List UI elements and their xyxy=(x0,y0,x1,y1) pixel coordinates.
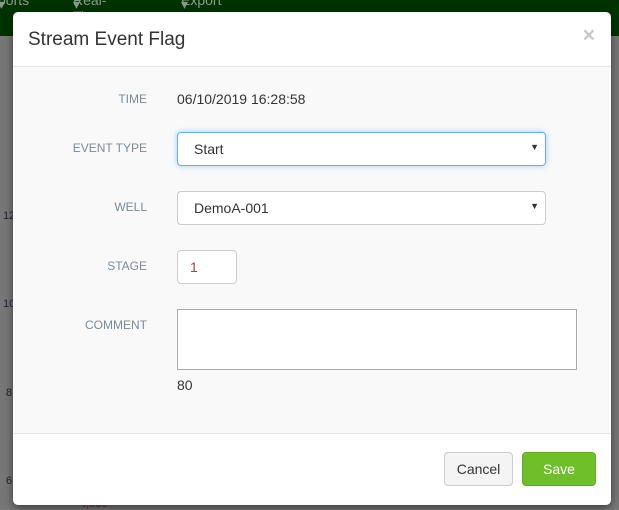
event-type-select[interactable]: Start ▼ xyxy=(177,132,546,166)
axis-label: 8 xyxy=(6,387,13,399)
save-button[interactable]: Save xyxy=(522,452,596,486)
comment-char-count: 80 xyxy=(177,377,193,393)
stage-label: STAGE xyxy=(107,259,147,273)
well-select[interactable]: DemoA-001 ▼ xyxy=(177,191,546,225)
event-type-label: EVENT TYPE xyxy=(72,141,147,155)
stage-input[interactable]: 1 xyxy=(177,250,237,284)
comment-label: COMMENT xyxy=(85,318,147,332)
axis-label: 6 xyxy=(6,475,13,487)
comment-textarea[interactable] xyxy=(177,309,577,370)
modal-title: Stream Event Flag xyxy=(28,29,186,50)
caret-down-icon: ▼ xyxy=(530,142,539,152)
nav-reports[interactable]: ports ▾ xyxy=(0,0,29,13)
time-value: 06/10/2019 16:28:58 xyxy=(177,91,306,107)
stream-event-flag-dialog: Stream Event Flag × TIME 06/10/2019 16:2… xyxy=(13,12,611,505)
time-label: TIME xyxy=(118,92,147,106)
caret-down-icon: ▼ xyxy=(530,201,539,211)
modal-footer: Cancel Save xyxy=(13,435,611,505)
cancel-button[interactable]: Cancel xyxy=(444,452,513,486)
well-label: WELL xyxy=(114,200,147,214)
modal-body: TIME 06/10/2019 16:28:58 EVENT TYPE Star… xyxy=(13,67,611,434)
modal-header: Stream Event Flag × xyxy=(13,12,611,67)
close-icon[interactable]: × xyxy=(583,24,595,48)
